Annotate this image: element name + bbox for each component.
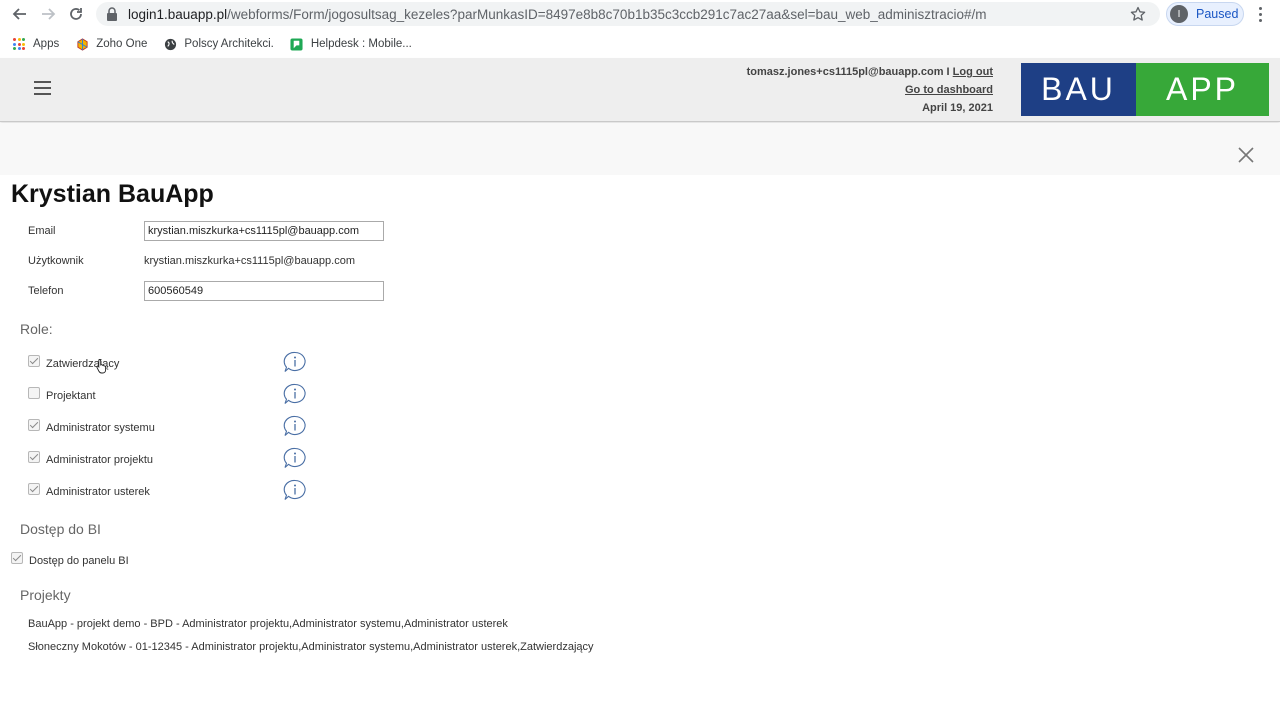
projects-heading: Projekty bbox=[20, 587, 71, 603]
role-label: Administrator usterek bbox=[46, 486, 150, 498]
bookmark-star-icon[interactable] bbox=[1130, 6, 1146, 22]
avatar: I bbox=[1170, 5, 1188, 23]
user-value: krystian.miszkurka+cs1115pl@bauapp.com bbox=[144, 255, 355, 267]
info-icon[interactable] bbox=[283, 447, 307, 469]
hand-cursor-icon bbox=[96, 359, 107, 374]
profile-button[interactable]: I Paused bbox=[1166, 2, 1244, 26]
bookmark-polscy[interactable]: Polscy Architekci. bbox=[163, 37, 274, 51]
browser-toolbar: login1.bauapp.pl/webforms/Form/jogosults… bbox=[0, 0, 1280, 28]
email-field[interactable] bbox=[144, 221, 384, 241]
role-label: Projektant bbox=[46, 390, 96, 402]
role-checkbox-admin-projektu[interactable] bbox=[28, 451, 40, 463]
bookmark-apps[interactable]: Apps bbox=[12, 37, 59, 51]
browser-menu-icon[interactable] bbox=[1252, 5, 1268, 23]
bookmarks-bar: Apps Zoho One Polscy Architekci. Helpdes… bbox=[0, 30, 1280, 58]
role-label: Administrator projektu bbox=[46, 454, 153, 466]
bauapp-logo[interactable]: BAU APP bbox=[1021, 63, 1269, 116]
bookmark-helpdesk[interactable]: Helpdesk : Mobile... bbox=[290, 37, 412, 51]
info-icon[interactable] bbox=[283, 479, 307, 501]
user-label: Użytkownik bbox=[28, 255, 84, 267]
dashboard-link[interactable]: Go to dashboard bbox=[905, 84, 993, 96]
app-header: tomasz.jones+cs1115pl@bauapp.com I Log o… bbox=[0, 58, 1280, 122]
bookmark-label: Polscy Architekci. bbox=[184, 38, 274, 50]
header-date: April 19, 2021 bbox=[922, 102, 993, 114]
logo-app: APP bbox=[1136, 63, 1269, 116]
bookmark-label: Zoho One bbox=[96, 38, 148, 50]
zoho-icon bbox=[75, 37, 89, 51]
project-item: BauApp - projekt demo - BPD - Administra… bbox=[28, 618, 508, 630]
info-icon[interactable] bbox=[283, 415, 307, 437]
bi-panel-checkbox[interactable] bbox=[11, 552, 23, 564]
reload-icon[interactable] bbox=[62, 0, 90, 28]
user-info: tomasz.jones+cs1115pl@bauapp.com I Log o… bbox=[747, 63, 993, 117]
bookmark-label: Apps bbox=[33, 38, 60, 50]
bookmark-zoho[interactable]: Zoho One bbox=[75, 37, 147, 51]
role-label: Administrator systemu bbox=[46, 422, 155, 434]
address-bar[interactable]: login1.bauapp.pl/webforms/Form/jogosults… bbox=[96, 2, 1160, 26]
info-icon[interactable] bbox=[283, 351, 307, 373]
close-icon[interactable] bbox=[1237, 146, 1255, 164]
bi-heading: Dostęp do BI bbox=[20, 521, 101, 537]
panel-toolbar bbox=[0, 123, 1280, 175]
hamburger-menu-icon[interactable] bbox=[34, 81, 51, 95]
role-checkbox-projektant[interactable] bbox=[28, 387, 40, 399]
logo-bau: BAU bbox=[1021, 63, 1136, 116]
lock-icon bbox=[107, 7, 117, 21]
forward-icon[interactable] bbox=[34, 0, 62, 28]
email-label: Email bbox=[28, 225, 56, 237]
bookmark-label: Helpdesk : Mobile... bbox=[310, 38, 412, 50]
globe-icon bbox=[163, 37, 177, 51]
bi-panel-label: Dostęp do panelu BI bbox=[29, 555, 129, 567]
user-email: tomasz.jones+cs1115pl@bauapp.com bbox=[746, 66, 944, 78]
logout-link[interactable]: Log out bbox=[953, 66, 993, 78]
roles-heading: Role: bbox=[20, 321, 53, 337]
page-title: Krystian BauApp bbox=[11, 180, 214, 208]
phone-label: Telefon bbox=[28, 285, 64, 297]
url-host: login1.bauapp.pl bbox=[128, 6, 228, 22]
role-label: Zatwierdzający bbox=[46, 358, 120, 370]
back-icon[interactable] bbox=[6, 0, 34, 28]
role-checkbox-zatwierdzajacy[interactable] bbox=[28, 355, 40, 367]
info-icon[interactable] bbox=[283, 383, 307, 405]
phone-field[interactable] bbox=[144, 281, 384, 301]
project-item: Słoneczny Mokotów - 01-12345 - Administr… bbox=[28, 641, 594, 653]
role-checkbox-admin-usterek[interactable] bbox=[28, 483, 40, 495]
profile-status: Paused bbox=[1196, 7, 1239, 21]
role-checkbox-admin-systemu[interactable] bbox=[28, 419, 40, 431]
url-path: /webforms/Form/jogosultsag_kezeles?parMu… bbox=[227, 6, 987, 22]
apps-grid-icon bbox=[12, 37, 26, 51]
helpdesk-icon bbox=[290, 37, 304, 51]
